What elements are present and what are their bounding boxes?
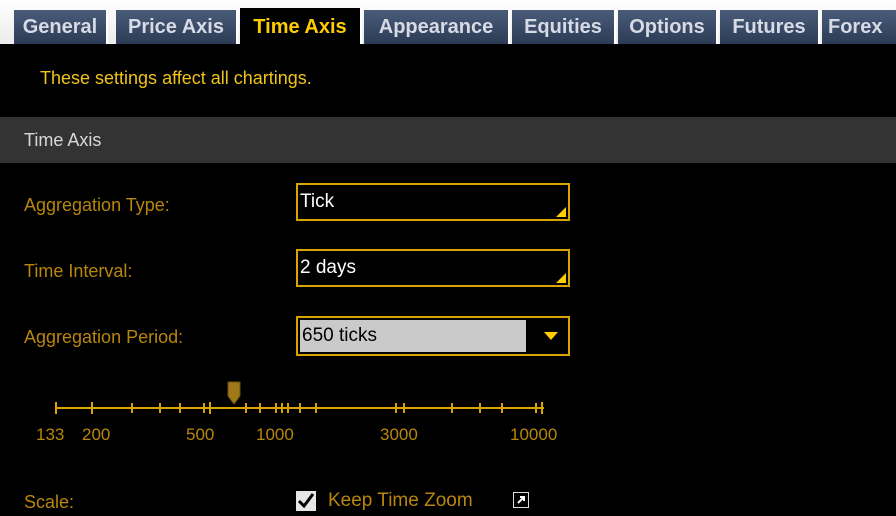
section-header: Time Axis (0, 117, 896, 163)
tick-label: 1000 (256, 425, 294, 444)
tick-label: 200 (82, 425, 111, 444)
time-interval-value: 2 days (300, 257, 356, 278)
settings-notice: These settings affect all chartings. (40, 68, 312, 88)
keep-time-zoom-checkbox[interactable] (296, 491, 316, 511)
tab-futures[interactable]: Futures (720, 10, 820, 44)
slider-track (55, 381, 544, 414)
tab-general[interactable]: General (14, 10, 108, 44)
tick-label: 133 (36, 425, 65, 444)
tick-label: 3000 (380, 425, 418, 444)
aggregation-period-value: 650 ticks (300, 320, 526, 352)
tab-time-axis[interactable]: Time Axis (240, 8, 362, 44)
aggregation-period-select[interactable]: 650 ticks (296, 316, 570, 356)
aggregation-type-label: Aggregation Type: (24, 195, 170, 215)
time-interval-field[interactable]: 2 days (296, 249, 570, 287)
keep-time-zoom-label[interactable]: Keep Time Zoom (328, 490, 473, 512)
checkmark-icon (297, 493, 315, 509)
aggregation-type-field[interactable]: Tick (296, 183, 570, 221)
dropdown-arrow-icon[interactable] (544, 332, 558, 340)
slider-thumb[interactable] (227, 381, 241, 405)
corner-triangle-icon (556, 207, 566, 217)
aggregation-period-slider[interactable]: 133 200 500 1000 3000 10000 (36, 380, 557, 450)
time-interval-label: Time Interval: (24, 261, 133, 281)
corner-triangle-icon (556, 273, 566, 283)
aggregation-period-label: Aggregation Period: (24, 327, 184, 347)
tab-equities[interactable]: Equities (512, 10, 616, 44)
tab-bar: General Price Axis Time Axis Appearance … (0, 0, 896, 44)
aggregation-type-value: Tick (300, 191, 335, 212)
scale-label: Scale: (24, 492, 75, 512)
tab-forex[interactable]: Forex (822, 10, 896, 44)
tab-appearance[interactable]: Appearance (364, 10, 510, 44)
tick-label: 500 (186, 425, 215, 444)
tab-options[interactable]: Options (618, 10, 718, 44)
tick-label: 10000 (510, 425, 558, 444)
tab-price-axis[interactable]: Price Axis (116, 10, 238, 44)
popout-icon[interactable] (513, 492, 529, 508)
section-title: Time Axis (24, 130, 102, 150)
